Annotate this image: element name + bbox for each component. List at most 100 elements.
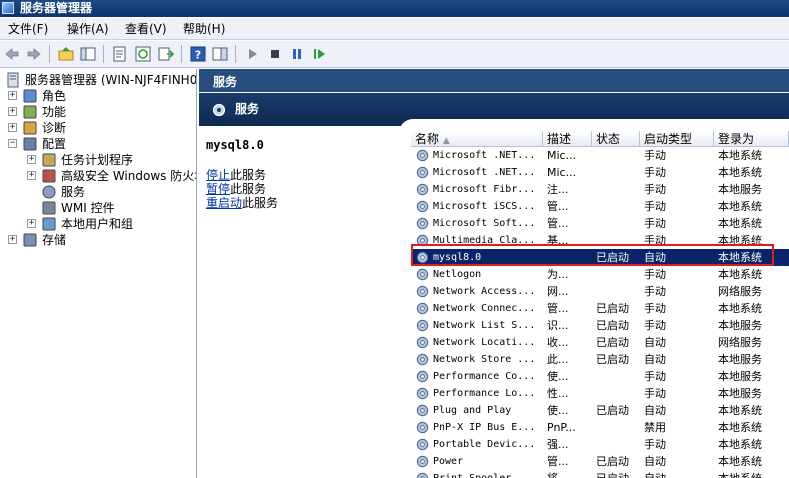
action-pane-icon[interactable] xyxy=(212,46,228,62)
service-description: 强... xyxy=(547,438,569,451)
service-description: 管... xyxy=(547,200,569,213)
service-name: Network List S... xyxy=(433,320,536,331)
menu-file[interactable]: 文件(F) xyxy=(8,21,48,37)
panel-header: 服务 xyxy=(199,69,789,92)
service-row[interactable]: PnP-X IP Bus E... PnP... 禁用 本地系统 xyxy=(411,419,789,436)
service-name: Portable Devic... xyxy=(433,439,536,450)
help-icon[interactable]: ? xyxy=(190,46,206,62)
service-row[interactable]: Network Connec... 管... 已启动 手动 本地系统 xyxy=(411,300,789,317)
tree-expander-icon[interactable]: + xyxy=(8,123,17,132)
column-header-status[interactable]: 状态 xyxy=(592,131,640,147)
service-row[interactable]: Microsoft iSCS... 管... 手动 本地系统 xyxy=(411,198,789,215)
service-description: 管... xyxy=(547,455,569,468)
restart-link[interactable]: 重启动 xyxy=(206,196,242,210)
pause-service-icon[interactable] xyxy=(289,46,305,62)
service-row[interactable]: Network Locati... 收... 已启动 自动 网络服务 xyxy=(411,334,789,351)
stop-service-icon[interactable] xyxy=(267,46,283,62)
service-name: Microsoft Soft... xyxy=(433,218,536,229)
service-gear-icon xyxy=(416,421,429,434)
tree-expander-icon[interactable]: + xyxy=(8,91,17,100)
service-name: Microsoft iSCS... xyxy=(433,201,536,212)
service-description: PnP... xyxy=(547,421,576,434)
column-header-startup-type[interactable]: 启动类型 xyxy=(640,131,714,147)
users-groups-icon xyxy=(42,217,56,231)
restart-service-icon[interactable] xyxy=(311,46,327,62)
service-status: 已启动 xyxy=(596,336,629,349)
tree-expander-icon[interactable]: + xyxy=(27,171,36,180)
service-name: Microsoft .NET... xyxy=(433,167,536,178)
task-scheduler-icon xyxy=(42,153,56,167)
service-description: 管... xyxy=(547,217,569,230)
service-name: Multimedia Cla... xyxy=(433,235,536,246)
service-description: 网... xyxy=(547,285,569,298)
service-startup-type: 手动 xyxy=(644,387,666,400)
service-row[interactable]: Network List S... 识... 已启动 手动 本地服务 xyxy=(411,317,789,334)
forward-arrow-icon[interactable] xyxy=(26,46,42,62)
toolbar: ? xyxy=(0,41,789,68)
service-status: 已启动 xyxy=(596,404,629,417)
menu-help[interactable]: 帮助(H) xyxy=(183,21,225,37)
server-icon xyxy=(7,72,19,88)
export-list-icon[interactable] xyxy=(158,46,174,62)
tree-item-label: 配置 xyxy=(42,137,67,151)
service-logon: 本地系统 xyxy=(718,166,762,179)
service-row[interactable]: Performance Lo... 性... 手动 本地服务 xyxy=(411,385,789,402)
tree-expander-icon[interactable]: − xyxy=(8,139,17,148)
service-name: Plug and Play xyxy=(433,405,512,416)
service-row[interactable]: Microsoft Fibr... 注... 手动 本地服务 xyxy=(411,181,789,198)
service-row[interactable]: Plug and Play 使... 已启动 自动 本地系统 xyxy=(411,402,789,419)
tree-expander-icon[interactable]: + xyxy=(27,219,36,228)
service-startup-type: 手动 xyxy=(644,234,666,247)
column-header-name[interactable]: 名称 ▲ xyxy=(411,131,543,147)
service-startup-type: 手动 xyxy=(644,217,666,230)
up-folder-icon[interactable] xyxy=(58,46,74,62)
tree-item-label: 角色 xyxy=(42,89,67,103)
selected-service-name: mysql8.0 xyxy=(206,138,264,152)
service-row[interactable]: Print Spooler 将... 已启动自动本地系统 xyxy=(411,470,789,478)
service-row[interactable]: Netlogon 为... 手动 本地系统 xyxy=(411,266,789,283)
properties-icon[interactable] xyxy=(112,46,128,62)
service-gear-icon xyxy=(416,200,429,213)
service-row[interactable]: mysql8.0 已启动 自动 本地系统 xyxy=(411,249,789,266)
title-bar: 服务器管理器 xyxy=(0,0,789,17)
tree-item-label: 服务 xyxy=(61,185,86,199)
column-header-log-on-as[interactable]: 登录为 xyxy=(714,131,789,147)
service-row[interactable]: Microsoft Soft... 管... 手动 本地系统 xyxy=(411,215,789,232)
service-row[interactable]: Microsoft .NET... Mic... 手动 本地系统 xyxy=(411,164,789,181)
start-service-icon[interactable] xyxy=(245,46,261,62)
tree-expander-icon[interactable]: + xyxy=(8,107,17,116)
gear-icon xyxy=(212,103,226,117)
service-logon: 网络服务 xyxy=(718,285,762,298)
service-gear-icon xyxy=(416,149,429,162)
tree-expander-icon[interactable]: + xyxy=(8,235,17,244)
firewall-icon xyxy=(42,169,56,183)
diagnostics-icon xyxy=(23,121,37,135)
show-hide-tree-icon[interactable] xyxy=(80,46,96,62)
service-startup-type: 自动 xyxy=(644,336,666,349)
service-gear-icon xyxy=(416,319,429,332)
service-row[interactable]: Portable Devic... 强... 手动 本地系统 xyxy=(411,436,789,453)
service-startup-type: 自动 xyxy=(644,470,714,478)
service-startup-type: 手动 xyxy=(644,183,666,196)
column-header-description[interactable]: 描述 xyxy=(543,131,592,147)
service-row[interactable]: Multimedia Cla... 基... 手动 本地系统 xyxy=(411,232,789,249)
service-gear-icon xyxy=(416,302,429,315)
back-arrow-icon[interactable] xyxy=(4,46,20,62)
service-description: 识... xyxy=(547,319,569,332)
tree-item-label: 任务计划程序 xyxy=(61,153,134,167)
restart-service-action[interactable]: 重启动此服务 xyxy=(206,194,278,211)
service-row[interactable]: Performance Co... 使... 手动 本地服务 xyxy=(411,368,789,385)
service-row[interactable]: Microsoft .NET... Mic... 手动 本地系统 xyxy=(411,147,789,164)
tree-item-label: 功能 xyxy=(42,105,67,119)
tree-expander-icon[interactable]: + xyxy=(27,155,36,164)
menu-action[interactable]: 操作(A) xyxy=(67,21,109,37)
service-logon: 本地服务 xyxy=(718,319,762,332)
service-row[interactable]: Network Access... 网... 手动 网络服务 xyxy=(411,283,789,300)
service-row[interactable]: Power 管... 已启动 自动 本地系统 xyxy=(411,453,789,470)
menu-view[interactable]: 查看(V) xyxy=(125,21,167,37)
refresh-icon[interactable] xyxy=(135,46,151,62)
service-startup-type: 手动 xyxy=(644,268,666,281)
service-startup-type: 手动 xyxy=(644,302,666,315)
service-row[interactable]: Network Store ... 此... 已启动 自动 本地服务 xyxy=(411,351,789,368)
service-startup-type: 手动 xyxy=(644,166,666,179)
